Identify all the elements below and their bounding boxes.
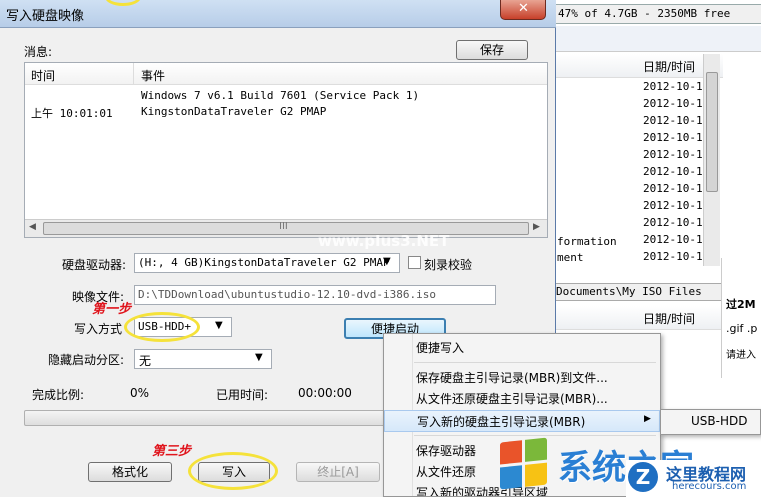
date-cell: 2012-10-18 bbox=[643, 148, 710, 161]
drive-select[interactable]: (H:, 4 GB)KingstonDataTraveler G2 PMAP ▼ bbox=[134, 253, 400, 273]
chevron-down-icon: ▼ bbox=[383, 256, 391, 267]
date-cell: 2012-10-18 bbox=[643, 182, 710, 195]
hidden-partition-select[interactable]: 无 ▼ bbox=[134, 349, 272, 369]
scroll-left-icon[interactable]: ◀ bbox=[29, 222, 36, 232]
date-cell: 2012-10-18 bbox=[643, 114, 710, 127]
chevron-down-icon: ▼ bbox=[255, 352, 263, 363]
path-text: Documents\My ISO Files bbox=[556, 285, 702, 298]
menu-item-save-mbr[interactable]: 保存硬盘主引导记录(MBR)到文件... bbox=[384, 367, 660, 389]
hidden-partition-label: 隐藏启动分区: bbox=[48, 353, 125, 367]
menu-item-restore-mbr[interactable]: 从文件还原硬盘主引导记录(MBR)... bbox=[384, 388, 660, 410]
date-cell: 2012-10-18 bbox=[643, 250, 710, 263]
close-button[interactable]: ✕ bbox=[500, 0, 546, 20]
close-icon: ✕ bbox=[518, 1, 529, 16]
site-url: herecours.com bbox=[672, 481, 747, 492]
save-button[interactable]: 保存 bbox=[456, 40, 528, 60]
date-cell: 2012-10-18 bbox=[643, 233, 710, 246]
date-column-header-2[interactable]: 日期/时间 bbox=[643, 310, 695, 327]
drive-select-value: (H:, 4 GB)KingstonDataTraveler G2 PMAP bbox=[138, 256, 390, 269]
file-list-header: 日期/时间 bbox=[553, 54, 723, 78]
file-list-dates: 2012-10-18 2012-10-18 2012-10-18 2012-10… bbox=[635, 80, 711, 266]
image-file-input[interactable]: D:\TDDownload\ubuntustudio-12.10-dvd-i38… bbox=[134, 285, 496, 305]
status-bar: 47% of 4.7GB - 2350MB free bbox=[553, 4, 761, 24]
mbr-submenu: USB-HDD bbox=[660, 409, 761, 435]
top-strip bbox=[553, 26, 761, 52]
verify-checkbox[interactable] bbox=[408, 256, 421, 269]
left-fragment: formation bbox=[557, 235, 617, 248]
step3-annotation: 第三步 bbox=[152, 444, 192, 459]
date-cell: 2012-10-18 bbox=[643, 216, 710, 229]
left-fragment: ment bbox=[557, 251, 584, 264]
format-button[interactable]: 格式化 bbox=[88, 462, 172, 482]
log-line-os: Windows 7 v6.1 Build 7601 (Service Pack … bbox=[141, 89, 420, 102]
path-bar: Documents\My ISO Files bbox=[553, 283, 723, 301]
menu-item-quick-write[interactable]: 便捷写入 bbox=[384, 337, 660, 359]
progress-value: 0% bbox=[130, 386, 150, 400]
title-bar: 写入硬盘映像 ✕ bbox=[0, 0, 556, 28]
progress-label: 完成比例: bbox=[32, 388, 85, 402]
time-column-header[interactable]: 时间 bbox=[31, 67, 55, 84]
elapsed-label: 已用时间: bbox=[216, 388, 269, 402]
elapsed-value: 00:00:00 bbox=[298, 386, 352, 400]
message-log: 时间 事件 Windows 7 v6.1 Build 7601 (Service… bbox=[24, 62, 548, 238]
step1-annotation: 第一步 bbox=[92, 302, 132, 317]
scroll-grip: III bbox=[279, 221, 288, 232]
right-fragment: 请进入 bbox=[726, 350, 756, 361]
site-logo-icon: Z bbox=[628, 462, 658, 492]
drive-label: 硬盘驱动器: bbox=[62, 258, 127, 272]
date-cell: 2012-10-18 bbox=[643, 97, 710, 110]
log-header: 时间 事件 bbox=[25, 63, 547, 85]
hidden-partition-value: 无 bbox=[139, 354, 152, 368]
write-method-label: 写入方式 bbox=[74, 322, 123, 336]
watermark: www.pIus3.NET bbox=[318, 232, 450, 250]
windows-flag-logo bbox=[500, 437, 548, 490]
submenu-item-usb-hdd[interactable]: USB-HDD bbox=[691, 414, 747, 428]
chevron-down-icon: ▼ bbox=[215, 320, 223, 331]
verify-label: 刻录校验 bbox=[424, 258, 473, 272]
messages-label: 消息: bbox=[24, 45, 53, 59]
log-time: 上午 10:01:01 bbox=[31, 107, 113, 120]
image-file-value: D:\TDDownload\ubuntustudio-12.10-dvd-i38… bbox=[138, 288, 437, 301]
date-cell: 2012-10-18 bbox=[643, 199, 710, 212]
submenu-arrow-icon: ▶ bbox=[644, 414, 651, 424]
date-cell: 2012-10-18 bbox=[643, 165, 710, 178]
file-list-header-2: 日期/时间 bbox=[553, 306, 723, 330]
horizontal-scrollbar[interactable]: ◀ III ▶ bbox=[25, 219, 547, 237]
right-fragment: 过2M bbox=[726, 298, 756, 311]
right-panel: 过2M .gif .p 请进入 bbox=[721, 258, 761, 378]
scroll-thumb[interactable]: III bbox=[43, 221, 529, 235]
vertical-scrollbar[interactable] bbox=[703, 54, 720, 266]
dialog-title: 写入硬盘映像 bbox=[6, 9, 85, 24]
date-column-header[interactable]: 日期/时间 bbox=[643, 58, 695, 75]
menu-item-write-new-mbr[interactable]: 写入新的硬盘主引导记录(MBR) bbox=[384, 410, 660, 432]
event-column-header[interactable]: 事件 bbox=[141, 67, 165, 84]
log-line-device: KingstonDataTraveler G2 PMAP bbox=[141, 105, 327, 118]
scroll-thumb[interactable] bbox=[706, 72, 718, 192]
scroll-right-icon[interactable]: ▶ bbox=[533, 222, 540, 232]
highlight-write-method bbox=[124, 312, 200, 342]
date-cell: 2012-10-18 bbox=[643, 80, 710, 93]
date-cell: 2012-10-18 bbox=[643, 131, 710, 144]
right-fragment: .gif .p bbox=[726, 322, 758, 335]
stop-button: 终止[A] bbox=[296, 462, 380, 482]
site-logo-badge: Z 这里教程网 herecours.com bbox=[626, 460, 761, 497]
highlight-write-button bbox=[188, 452, 278, 490]
